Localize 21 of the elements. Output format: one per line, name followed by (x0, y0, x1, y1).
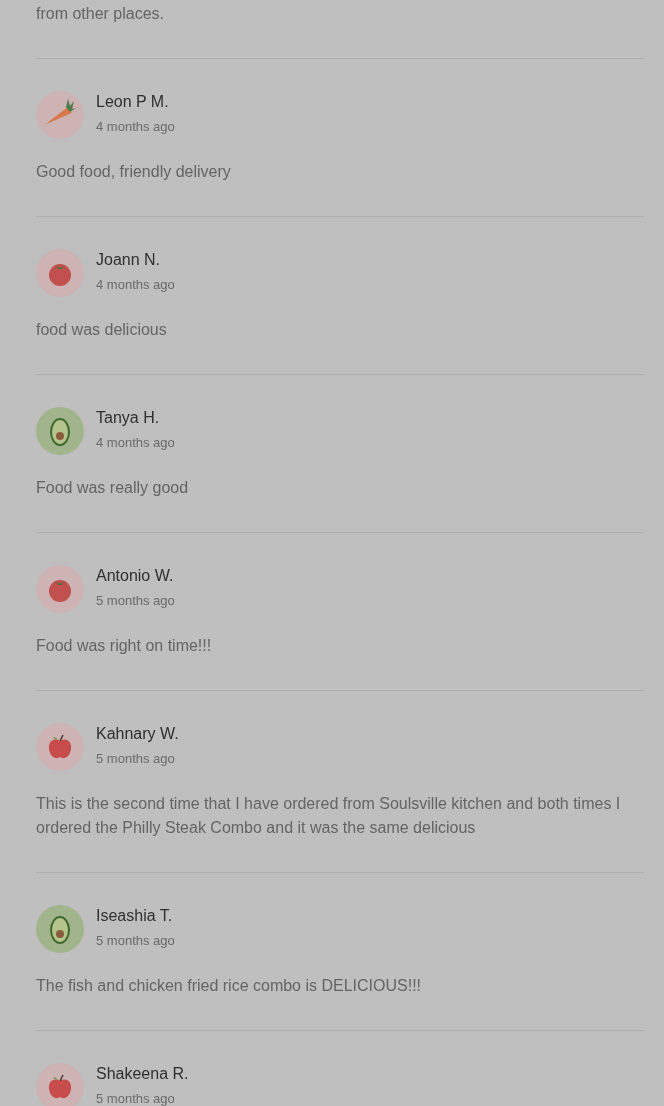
review-text: Food was right on time!!! (36, 636, 213, 656)
reviewer-name: Tanya H. (96, 408, 161, 428)
review-text: food was delicious (36, 320, 168, 340)
review-text: Good food, friendly delivery (36, 162, 232, 182)
review-time: 4 months ago (96, 118, 175, 136)
reviewer-name: Shakeena R. (96, 1064, 189, 1084)
reviewer-name: Leon P M. (96, 92, 170, 112)
reviewer-name: Iseashia T. (96, 906, 174, 926)
review-time: 4 months ago (96, 276, 175, 294)
review-time: 5 months ago (96, 592, 175, 610)
review-text: from other places. (36, 4, 166, 24)
review-time: 4 months ago (96, 434, 175, 452)
review-text: Food was really good (36, 478, 190, 498)
reviewer-name: Antonio W. (96, 566, 175, 586)
review-time: 5 months ago (96, 750, 176, 768)
reviewer-name: Joann N. (96, 250, 162, 270)
reviewer-name: Kahnary W. (96, 724, 179, 744)
review-text: This is the second time that I have ordered from Soulsville kitchen and both times I ordered the Philly Steak Combo and it was the same delicious (36, 794, 622, 838)
review-time: 5 months ago (96, 1090, 176, 1106)
review-text: The fish and chicken fried rice combo is DELICIOUS!!! (36, 976, 423, 996)
review-time: 5 months ago (96, 932, 175, 950)
